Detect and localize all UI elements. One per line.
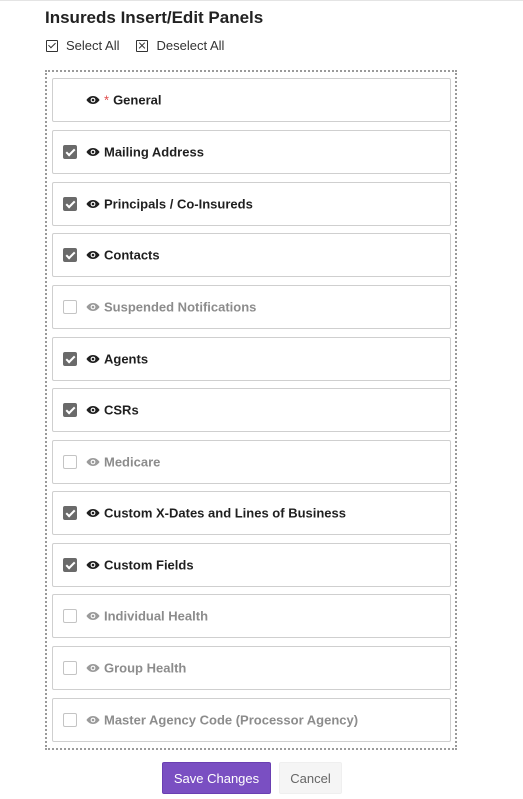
panel-row-csrs[interactable]: CSRs bbox=[52, 388, 451, 432]
panel-checkbox[interactable] bbox=[63, 609, 77, 623]
panel-row-contacts[interactable]: Contacts bbox=[52, 233, 451, 277]
panel-label: Custom X-Dates and Lines of Business bbox=[104, 505, 346, 521]
eye-icon bbox=[86, 664, 100, 672]
panel-label: CSRs bbox=[104, 402, 139, 418]
panel-row-master-agency-code[interactable]: Master Agency Code (Processor Agency) bbox=[52, 698, 451, 742]
panel-checkbox[interactable] bbox=[63, 506, 77, 520]
eye-icon bbox=[86, 251, 100, 259]
panel-checkbox[interactable] bbox=[63, 352, 77, 366]
eye-icon bbox=[86, 561, 100, 569]
eye-icon bbox=[86, 355, 100, 363]
panel-label: Group Health bbox=[104, 660, 187, 676]
panel-row-medicare[interactable]: Medicare bbox=[52, 440, 451, 484]
eye-icon bbox=[86, 406, 100, 414]
eye-icon bbox=[86, 509, 100, 517]
panel-checkbox[interactable] bbox=[63, 713, 77, 727]
panel-row-group-health[interactable]: Group Health bbox=[52, 646, 451, 690]
panel-row-custom-x-dates[interactable]: Custom X-Dates and Lines of Business bbox=[52, 491, 451, 535]
panel-label: Principals / Co-Insureds bbox=[104, 196, 253, 212]
deselect-all-button[interactable]: Deselect All bbox=[136, 38, 224, 53]
save-changes-button[interactable]: Save Changes bbox=[162, 762, 271, 794]
panel-label: Suspended Notifications bbox=[104, 299, 257, 315]
panel-checkbox[interactable] bbox=[63, 455, 77, 469]
panel-checkbox[interactable] bbox=[63, 558, 77, 572]
panel-checkbox[interactable] bbox=[63, 403, 77, 417]
eye-icon bbox=[86, 303, 100, 311]
panel-checkbox[interactable] bbox=[63, 300, 77, 314]
eye-icon bbox=[86, 716, 100, 724]
panel-checkbox[interactable] bbox=[63, 248, 77, 262]
panel-label-wrap: * General bbox=[104, 93, 161, 108]
deselect-all-label: Deselect All bbox=[156, 38, 225, 53]
eye-icon bbox=[86, 200, 100, 208]
panel-label: Mailing Address bbox=[104, 144, 204, 160]
select-all-label: Select All bbox=[66, 38, 120, 53]
panel-checkbox[interactable] bbox=[63, 661, 77, 675]
page-title: Insureds Insert/Edit Panels bbox=[45, 8, 264, 27]
panel-label: Master Agency Code (Processor Agency) bbox=[104, 712, 359, 728]
panel-row-individual-health[interactable]: Individual Health bbox=[52, 594, 451, 638]
panel-label: Contacts bbox=[104, 247, 160, 263]
panel-label: Agents bbox=[104, 351, 149, 367]
panel-label: General bbox=[113, 92, 162, 108]
eye-icon bbox=[86, 612, 100, 620]
required-asterisk: * bbox=[104, 92, 110, 108]
checkbox-x-icon bbox=[136, 39, 149, 52]
top-divider bbox=[0, 0, 523, 1]
panel-row-general[interactable]: * General bbox=[52, 78, 451, 122]
checkbox-checked-icon bbox=[46, 39, 58, 52]
panel-checkbox[interactable] bbox=[63, 197, 77, 211]
panel-row-suspended-notifications[interactable]: Suspended Notifications bbox=[52, 285, 451, 329]
panel-row-custom-fields[interactable]: Custom Fields bbox=[52, 543, 451, 587]
panel-row-principals[interactable]: Principals / Co-Insureds bbox=[52, 182, 451, 226]
panel-checkbox[interactable] bbox=[63, 145, 77, 159]
eye-icon bbox=[86, 96, 100, 104]
panel-label: Custom Fields bbox=[104, 557, 194, 573]
select-all-button[interactable]: Select All bbox=[46, 38, 119, 53]
panel-row-agents[interactable]: Agents bbox=[52, 337, 451, 381]
cancel-button[interactable]: Cancel bbox=[279, 762, 342, 794]
eye-icon bbox=[86, 458, 100, 466]
panel-row-mailing-address[interactable]: Mailing Address bbox=[52, 130, 451, 174]
bulk-select-controls: Select All Deselect All bbox=[46, 38, 224, 53]
panel-label: Individual Health bbox=[104, 608, 209, 624]
eye-icon bbox=[86, 148, 100, 156]
panel-label: Medicare bbox=[104, 454, 161, 470]
